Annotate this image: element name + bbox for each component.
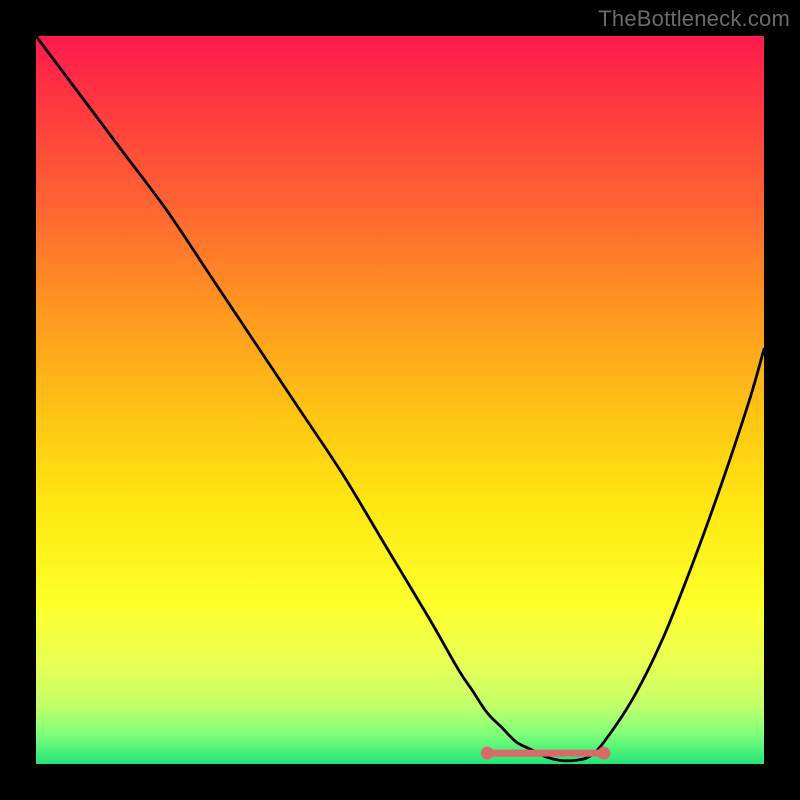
marker-left	[481, 747, 494, 760]
marker-right	[597, 747, 610, 760]
watermark-text: TheBottleneck.com	[598, 6, 790, 32]
chart-frame: TheBottleneck.com	[0, 0, 800, 800]
plot-area	[36, 36, 764, 764]
bottleneck-curve-path	[36, 36, 764, 761]
curve-svg	[36, 36, 764, 764]
